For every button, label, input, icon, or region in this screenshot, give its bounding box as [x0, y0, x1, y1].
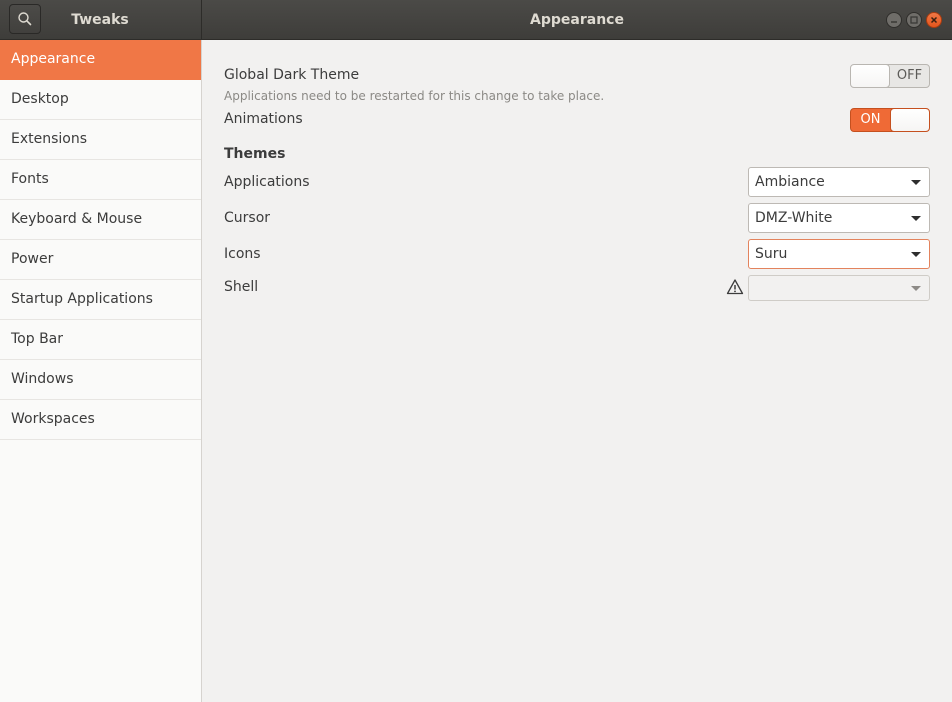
cursor-theme-value: DMZ-White [755, 210, 833, 226]
switch-knob [851, 65, 890, 87]
tweaks-window: Tweaks Appearance Appearance Desktop Ext… [0, 0, 952, 702]
icons-theme-combo[interactable]: Suru [748, 239, 930, 269]
main-content: Global Dark Theme Applications need to b… [202, 40, 952, 702]
dark-theme-switch-state: OFF [896, 68, 923, 83]
sidebar-item-windows[interactable]: Windows [0, 360, 201, 400]
sidebar-item-desktop[interactable]: Desktop [0, 80, 201, 120]
applications-theme-combo[interactable]: Ambiance [748, 167, 930, 197]
shell-theme-combo[interactable] [748, 275, 930, 301]
shell-theme-label: Shell [224, 279, 259, 295]
dark-theme-switch[interactable]: OFF [850, 64, 930, 88]
dropdown-arrow-icon [911, 252, 921, 257]
icons-theme-label: Icons [224, 246, 261, 262]
cursor-theme-label: Cursor [224, 210, 271, 226]
close-button[interactable] [926, 12, 942, 28]
window-title: Appearance [530, 12, 624, 28]
sidebar-item-keyboard-mouse[interactable]: Keyboard & Mouse [0, 200, 201, 240]
applications-theme-value: Ambiance [755, 174, 825, 190]
sidebar-item-top-bar[interactable]: Top Bar [0, 320, 201, 360]
themes-heading: Themes [224, 146, 286, 162]
search-icon [18, 12, 32, 26]
search-button[interactable] [9, 4, 41, 34]
dropdown-arrow-icon [911, 180, 921, 185]
applications-theme-label: Applications [224, 174, 310, 190]
dark-theme-label: Global Dark Theme [224, 67, 360, 83]
animations-label: Animations [224, 111, 303, 127]
sidebar-item-startup-applications[interactable]: Startup Applications [0, 280, 201, 320]
header-left: Tweaks [0, 0, 202, 40]
app-title: Tweaks [71, 12, 129, 28]
sidebar-item-appearance[interactable]: Appearance [0, 40, 201, 80]
minimize-icon [891, 21, 897, 23]
dropdown-arrow-icon [911, 216, 921, 221]
icons-theme-value: Suru [755, 246, 788, 262]
animations-switch[interactable]: ON [850, 108, 930, 132]
dark-theme-subtitle: Applications need to be restarted for th… [224, 89, 605, 103]
dropdown-arrow-icon [911, 286, 921, 291]
switch-knob [890, 109, 929, 131]
sidebar-item-workspaces[interactable]: Workspaces [0, 400, 201, 440]
maximize-icon [910, 16, 918, 24]
maximize-button[interactable] [906, 12, 922, 28]
close-icon [930, 16, 938, 24]
sidebar-item-fonts[interactable]: Fonts [0, 160, 201, 200]
header-bar: Tweaks Appearance [0, 0, 952, 40]
sidebar-item-extensions[interactable]: Extensions [0, 120, 201, 160]
sidebar: Appearance Desktop Extensions Fonts Keyb… [0, 40, 202, 702]
sidebar-item-power[interactable]: Power [0, 240, 201, 280]
animations-switch-state: ON [860, 112, 881, 127]
minimize-button[interactable] [886, 12, 902, 28]
warning-icon [726, 279, 744, 295]
cursor-theme-combo[interactable]: DMZ-White [748, 203, 930, 233]
